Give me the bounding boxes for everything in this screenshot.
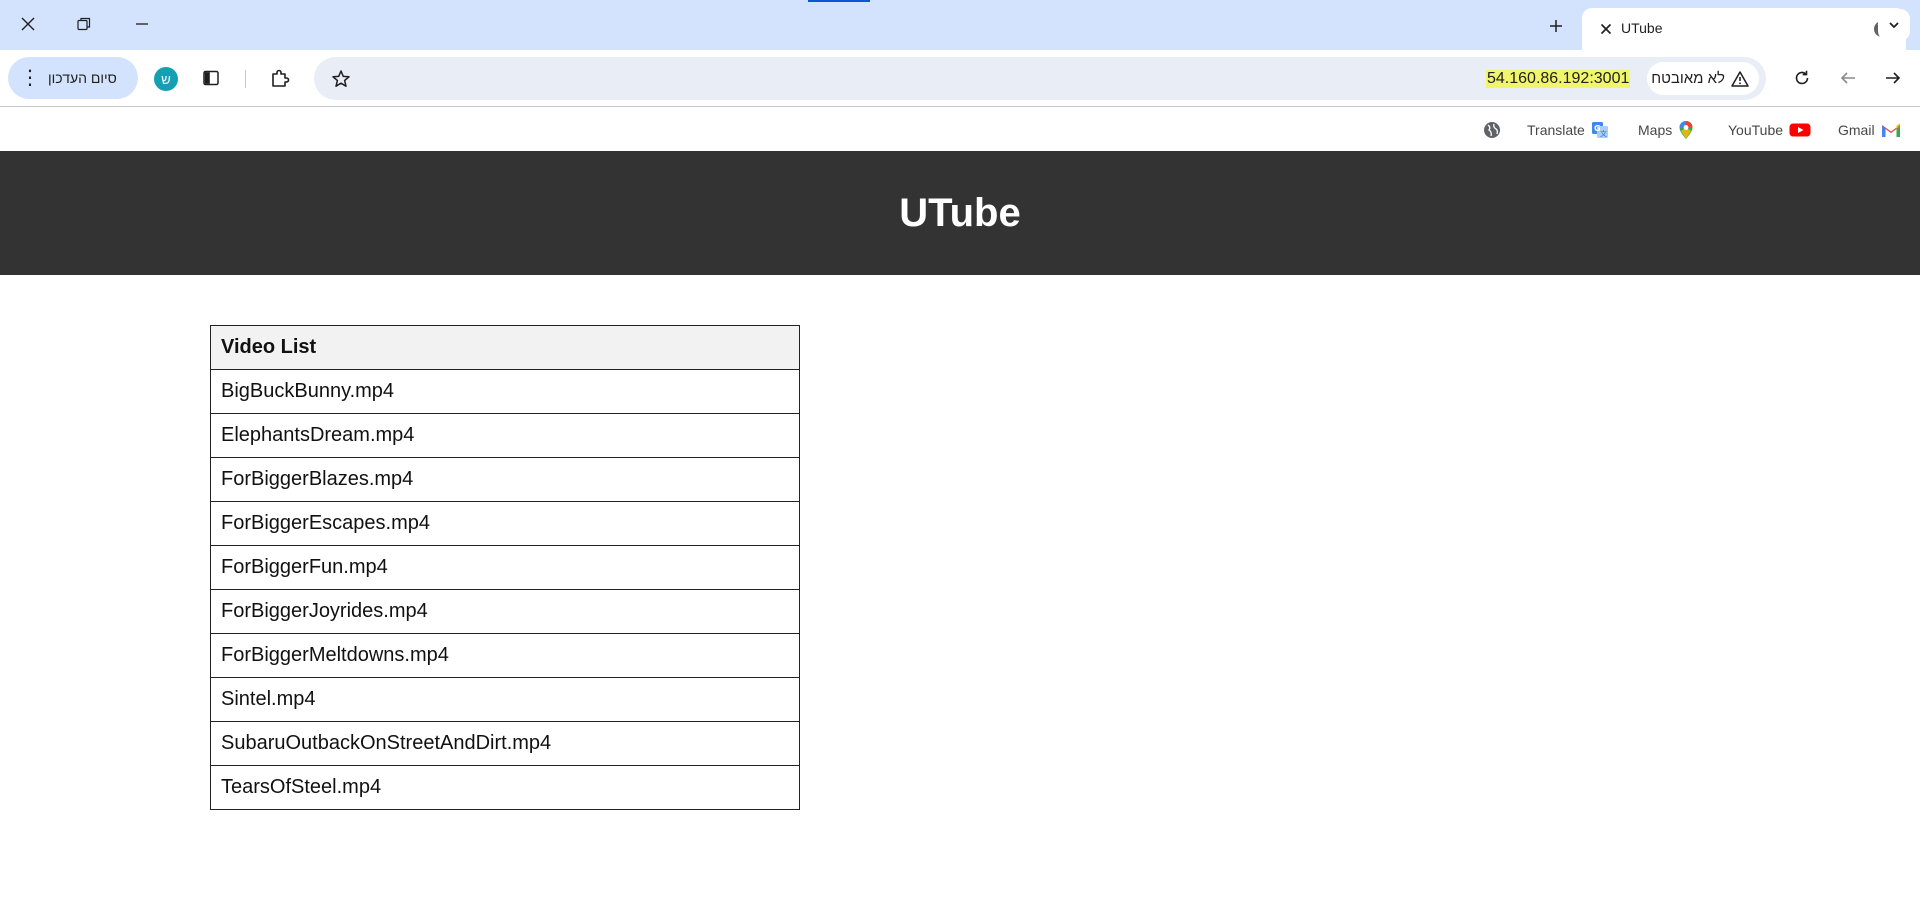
tab-utube[interactable]: UTube [1582,8,1906,50]
bookmark-translate[interactable]: Translate G文 [1527,118,1609,142]
site-header: UTube [0,151,1920,275]
restore-icon [77,17,91,31]
tab-close-button[interactable] [1594,17,1618,41]
svg-text:文: 文 [1600,129,1607,138]
plus-icon [1550,20,1562,32]
window-close-button[interactable] [0,0,56,48]
tab-title: UTube [1621,20,1663,36]
video-list-table: Video List BigBuckBunny.mp4 ElephantsDre… [210,325,800,810]
maps-icon [1679,121,1693,139]
chevron-down-icon [1889,22,1899,29]
bookmark-label: Maps [1638,122,1673,138]
bookmark-gmail[interactable]: Gmail [1838,118,1901,142]
finish-update-button[interactable]: ⋮ סיום העדכון [8,57,138,99]
address-bar[interactable]: 54.160.86.192:3001 לא מאובטח [314,57,1766,100]
reload-icon [1795,70,1809,85]
table-row[interactable]: ForBiggerEscapes.mp4 [210,501,800,546]
bookmark-label: Translate [1527,122,1585,138]
minimize-icon [136,23,148,25]
table-row[interactable]: ForBiggerFun.mp4 [210,545,800,590]
video-item[interactable]: SubaruOutbackOnStreetAndDirt.mp4 [210,721,800,766]
arrow-left-icon [1840,72,1855,84]
table-row[interactable]: ForBiggerBlazes.mp4 [210,457,800,502]
reload-button[interactable] [1788,64,1816,92]
video-item[interactable]: TearsOfSteel.mp4 [210,765,800,810]
profile-avatar[interactable]: ש [154,67,178,91]
table-row[interactable]: ForBiggerJoyrides.mp4 [210,589,800,634]
browser-toolbar: ⋮ סיום העדכון ש 54.160.86.192:3001 לא מא… [0,50,1920,107]
gmail-icon [1881,123,1900,137]
bookmark-label: Gmail [1838,122,1875,138]
new-tab-button[interactable] [1540,10,1572,42]
url-text[interactable]: 54.160.86.192:3001 [1486,70,1631,88]
warning-icon [1731,70,1749,87]
video-item[interactable]: ElephantsDream.mp4 [210,413,800,458]
tab-search-button[interactable] [1878,9,1910,41]
video-item[interactable]: ForBiggerFun.mp4 [210,545,800,590]
bookmarks-bar: Translate G文 Maps YouTube Gmail [0,108,1920,151]
bookmark-youtube[interactable]: YouTube [1728,118,1811,142]
bookmarks-globe-icon[interactable] [1483,118,1501,142]
back-button[interactable] [1834,64,1862,92]
video-item[interactable]: ForBiggerJoyrides.mp4 [210,589,800,634]
table-row[interactable]: Sintel.mp4 [210,677,800,722]
site-security-chip[interactable]: לא מאובטח [1647,62,1759,95]
more-vert-icon: ⋮ [20,67,40,89]
table-row[interactable]: ForBiggerMeltdowns.mp4 [210,633,800,678]
window-restore-button[interactable] [56,0,112,48]
side-panel-icon [203,70,219,86]
star-icon [332,70,350,87]
window-minimize-button[interactable] [114,0,170,48]
extensions-button[interactable] [266,64,294,92]
arrow-right-icon [1886,72,1901,84]
video-item[interactable]: ForBiggerEscapes.mp4 [210,501,800,546]
video-item[interactable]: ForBiggerBlazes.mp4 [210,457,800,502]
tab-strip: UTube [0,0,1920,50]
close-icon [1600,23,1612,35]
forward-button[interactable] [1879,64,1907,92]
puzzle-icon [272,69,290,87]
table-row[interactable]: ElephantsDream.mp4 [210,413,800,458]
side-panel-button[interactable] [197,64,225,92]
finish-update-label: סיום העדכון [48,70,117,86]
toolbar-divider [245,70,246,88]
youtube-icon [1789,123,1811,137]
table-row[interactable]: SubaruOutbackOnStreetAndDirt.mp4 [210,721,800,766]
bookmark-maps[interactable]: Maps [1638,118,1694,142]
translate-icon: G文 [1591,122,1608,138]
table-row[interactable]: TearsOfSteel.mp4 [210,765,800,810]
tab-scroll-indicator [808,0,870,2]
page-title: UTube [899,190,1021,235]
video-item[interactable]: Sintel.mp4 [210,677,800,722]
table-header-row: Video List [210,325,800,370]
close-icon [21,17,35,31]
bookmark-label: YouTube [1728,122,1784,138]
not-secure-label: לא מאובטח [1651,70,1725,87]
video-item[interactable]: BigBuckBunny.mp4 [210,369,800,414]
column-header-video-list: Video List [210,325,800,370]
video-item[interactable]: ForBiggerMeltdowns.mp4 [210,633,800,678]
bookmark-star-button[interactable] [328,66,354,92]
table-row[interactable]: BigBuckBunny.mp4 [210,369,800,414]
